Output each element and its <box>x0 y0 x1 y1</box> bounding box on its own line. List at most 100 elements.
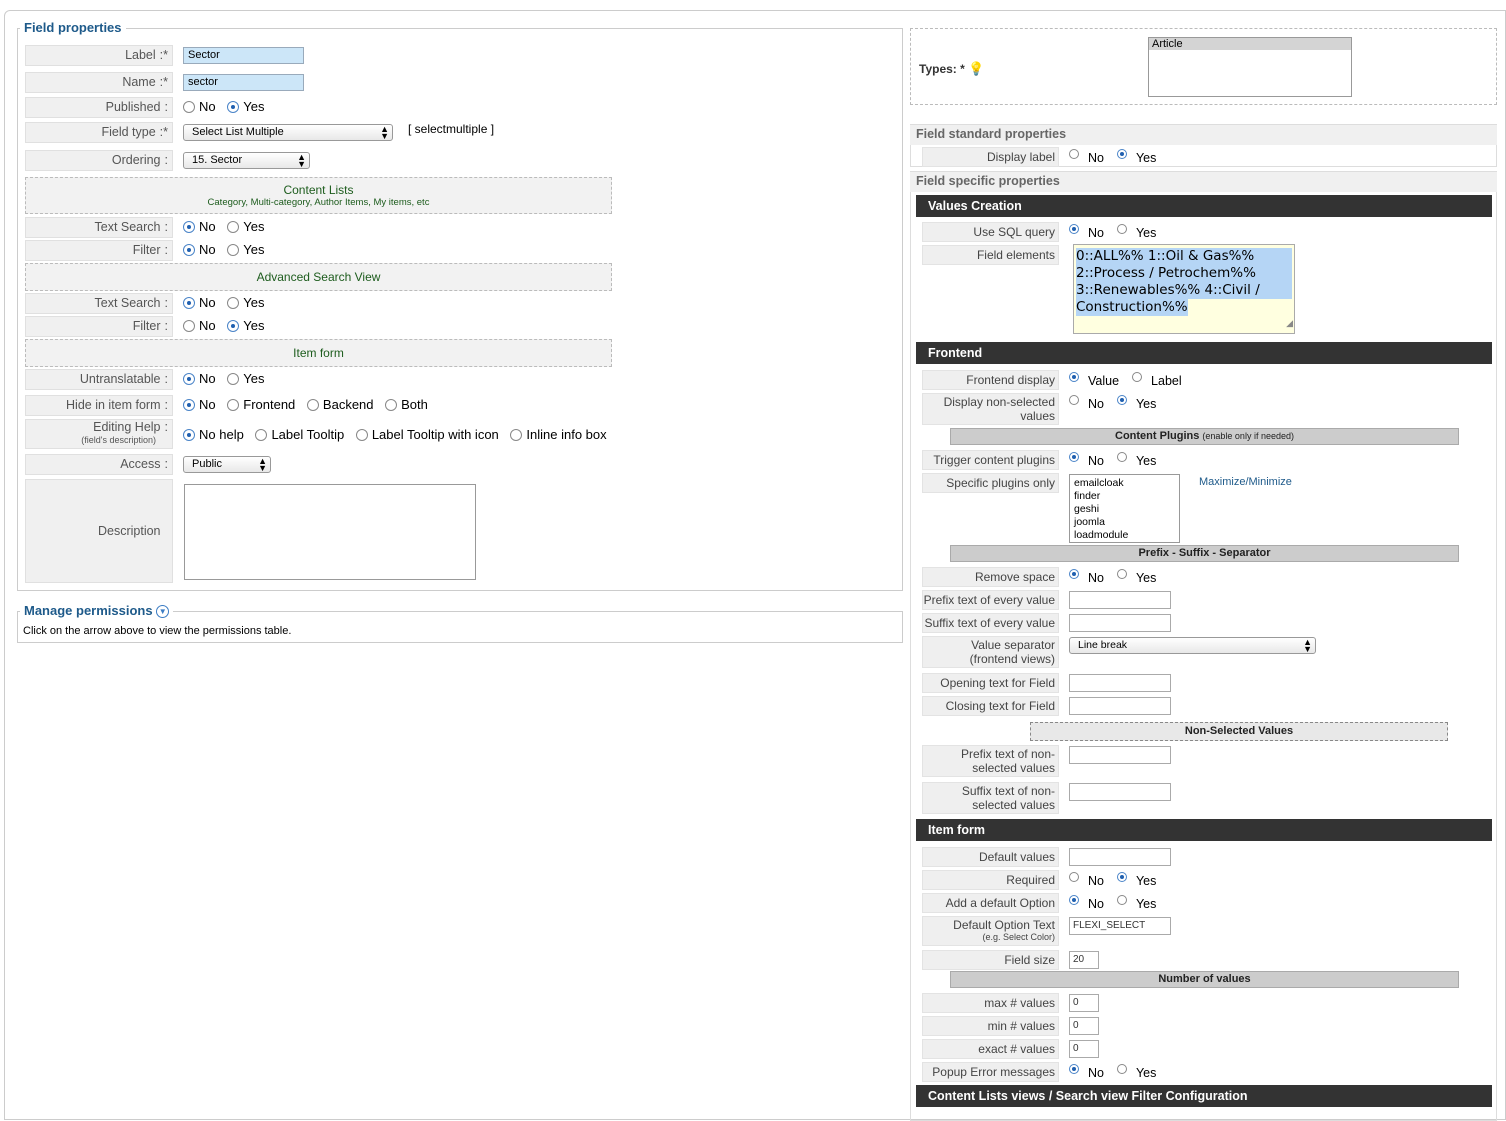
remove-space-yes[interactable]: Yes <box>1116 569 1156 585</box>
plugin-option[interactable]: joomla <box>1074 516 1175 529</box>
display-non-selected-yes[interactable]: Yes <box>1116 395 1156 411</box>
default-option-text-label: Default Option Text (e.g. Select Color) <box>922 916 1059 946</box>
specific-plugins-list[interactable]: emailcloak finder geshi joomla loadmodul… <box>1069 474 1180 543</box>
filter-no[interactable]: No <box>183 242 216 257</box>
field-size-label: Field size <box>922 950 1059 970</box>
untranslatable-no[interactable]: No <box>183 371 216 386</box>
trigger-yes[interactable]: Yes <box>1116 452 1156 468</box>
adv-text-search-yes[interactable]: Yes <box>227 295 264 310</box>
display-label-yes[interactable]: Yes <box>1116 149 1156 165</box>
resize-handle-icon[interactable]: ◢ <box>1286 316 1293 333</box>
hide-no[interactable]: No <box>183 397 216 412</box>
filter-radios: No Yes <box>183 242 272 257</box>
specific-header: Field specific properties <box>910 172 1497 192</box>
prefix-every-input[interactable] <box>1069 591 1171 609</box>
suffix-every-input[interactable] <box>1069 614 1171 632</box>
trigger-no[interactable]: No <box>1069 452 1104 468</box>
suffix-non-selected-input[interactable] <box>1069 783 1171 801</box>
use-sql-no[interactable]: No <box>1069 224 1104 240</box>
expand-arrow-icon[interactable]: ▼ <box>156 605 170 618</box>
help-label-tooltip[interactable]: Label Tooltip <box>255 427 344 442</box>
exact-values-input[interactable]: 0 <box>1069 1040 1099 1058</box>
opening-text-input[interactable] <box>1069 674 1171 692</box>
add-default-yes[interactable]: Yes <box>1116 895 1156 911</box>
max-values-input[interactable]: 0 <box>1069 994 1099 1012</box>
description-textarea[interactable] <box>184 484 476 580</box>
display-label-label: Display label <box>922 147 1059 167</box>
hide-backend[interactable]: Backend <box>306 397 374 412</box>
adv-text-search-no[interactable]: No <box>183 295 216 310</box>
value-separator-select[interactable]: Line break ▲ ▼ <box>1069 637 1316 654</box>
plugin-option[interactable]: geshi <box>1074 503 1175 516</box>
remove-space-no[interactable]: No <box>1069 569 1104 585</box>
frontend-display-label-opt[interactable]: Label <box>1132 372 1182 388</box>
types-label: Types: * 💡 <box>919 61 985 76</box>
radio-checked-icon <box>1069 452 1079 462</box>
prefix-non-selected-input[interactable] <box>1069 746 1171 764</box>
plugin-option[interactable]: emailcloak <box>1074 477 1175 490</box>
published-no[interactable]: No <box>183 99 216 114</box>
display-non-selected-no[interactable]: No <box>1069 395 1104 411</box>
description-label: Description: <box>25 479 173 583</box>
maximize-minimize-link[interactable]: Maximize/Minimize <box>1199 476 1292 488</box>
ordering-select[interactable]: 15. Sector ▲ ▼ <box>183 152 310 169</box>
plugin-option[interactable]: loadmodule <box>1074 529 1175 542</box>
text-search-no[interactable]: No <box>183 219 216 234</box>
popup-no[interactable]: No <box>1069 1064 1104 1080</box>
help-label-tooltip-icon[interactable]: Label Tooltip with icon <box>355 427 499 442</box>
standard-header: Field standard properties <box>910 125 1497 145</box>
help-no-help[interactable]: No help <box>183 427 244 442</box>
radio-icon <box>227 221 240 233</box>
plugin-option[interactable]: finder <box>1074 490 1175 503</box>
prefix-suffix-bar: Prefix - Suffix - Separator <box>950 545 1459 562</box>
value-separator-label: Value separator (frontend views) <box>922 636 1059 668</box>
adv-filter-yes[interactable]: Yes <box>227 318 264 333</box>
label-input[interactable]: Sector <box>183 47 304 64</box>
published-yes[interactable]: Yes <box>227 99 264 114</box>
trigger-plugins-radios: No Yes <box>1069 452 1169 468</box>
min-values-input[interactable]: 0 <box>1069 1017 1099 1035</box>
radio-icon <box>1069 395 1079 405</box>
hide-frontend[interactable]: Frontend <box>227 397 295 412</box>
types-option-article[interactable]: Article <box>1149 38 1351 50</box>
popup-error-label: Popup Error messages <box>922 1062 1059 1082</box>
untranslatable-radios: No Yes <box>183 371 272 386</box>
access-select[interactable]: Public ▲ ▼ <box>183 456 271 473</box>
radio-checked-icon <box>183 221 195 233</box>
frontend-display-value[interactable]: Value <box>1069 372 1119 388</box>
types-list[interactable]: Article <box>1148 37 1352 97</box>
radio-checked-icon <box>1116 395 1127 405</box>
opening-text-label: Opening text for Field <box>922 673 1059 693</box>
untranslatable-yes[interactable]: Yes <box>227 371 264 386</box>
text-search-label: Text Search: <box>25 217 173 238</box>
radio-checked-icon <box>1069 1064 1079 1074</box>
field-size-input[interactable]: 20 <box>1069 951 1099 969</box>
field-elements-textarea[interactable]: 0::ALL%% 1::Oil & Gas%% 2::Process / Pet… <box>1073 244 1295 334</box>
display-label-radios: No Yes <box>1069 149 1169 165</box>
default-option-text-input[interactable]: FLEXI_SELECT <box>1069 917 1171 935</box>
radio-checked-icon <box>1116 149 1127 159</box>
adv-filter-radios: No Yes <box>183 318 272 333</box>
adv-filter-no[interactable]: No <box>183 318 216 333</box>
required-no[interactable]: No <box>1069 872 1104 888</box>
filter-yes[interactable]: Yes <box>227 242 264 257</box>
hide-both[interactable]: Both <box>385 397 428 412</box>
specific-plugins-label: Specific plugins only <box>922 473 1059 493</box>
radio-icon <box>183 320 195 332</box>
help-inline-info[interactable]: Inline info box <box>510 427 607 442</box>
use-sql-yes[interactable]: Yes <box>1116 224 1156 240</box>
closing-text-input[interactable] <box>1069 697 1171 715</box>
popup-yes[interactable]: Yes <box>1116 1064 1156 1080</box>
required-yes[interactable]: Yes <box>1116 872 1156 888</box>
radio-checked-icon <box>1069 569 1079 579</box>
add-default-no[interactable]: No <box>1069 895 1104 911</box>
radio-icon <box>227 244 240 256</box>
display-label-no[interactable]: No <box>1069 149 1104 165</box>
text-search-yes[interactable]: Yes <box>227 219 264 234</box>
radio-icon <box>306 399 319 411</box>
name-input[interactable]: sector <box>183 74 304 91</box>
field-type-select[interactable]: Select List Multiple ▲ ▼ <box>183 124 393 141</box>
default-values-input[interactable] <box>1069 848 1171 866</box>
radio-checked-icon <box>183 244 195 256</box>
advanced-search-section: Advanced Search View <box>25 263 612 291</box>
